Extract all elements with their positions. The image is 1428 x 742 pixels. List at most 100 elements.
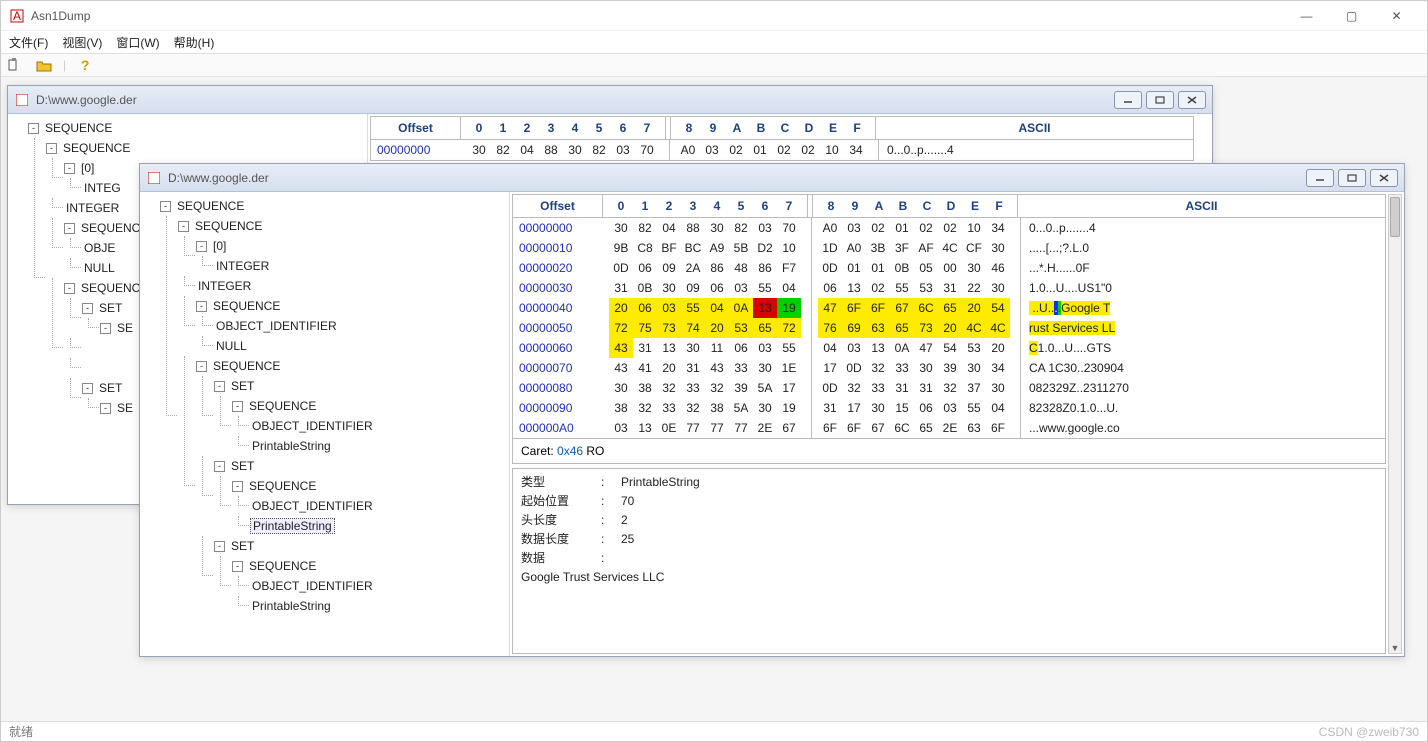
- tree-toggle[interactable]: -: [64, 283, 75, 294]
- hex-byte[interactable]: 30: [681, 338, 705, 358]
- hex-byte[interactable]: 39: [729, 378, 753, 398]
- tree-node[interactable]: SEQUENCE: [247, 559, 318, 573]
- tree-node[interactable]: SEQUENC: [79, 221, 142, 235]
- hex-byte[interactable]: 46: [986, 258, 1010, 278]
- hex-byte[interactable]: 65: [753, 318, 777, 338]
- hex-byte[interactable]: 33: [890, 358, 914, 378]
- hex-byte[interactable]: 67: [890, 298, 914, 318]
- main-titlebar[interactable]: A Asn1Dump — ▢ ✕: [1, 1, 1427, 31]
- hex-byte[interactable]: 0D: [818, 378, 842, 398]
- hex-byte[interactable]: 30: [753, 398, 777, 418]
- tree-node[interactable]: SEQUENCE: [193, 219, 264, 233]
- hex-byte[interactable]: 4C: [962, 318, 986, 338]
- hex-byte[interactable]: 82: [729, 218, 753, 238]
- tree-node[interactable]: SEQUENCE: [211, 299, 282, 313]
- tool-new-icon[interactable]: [7, 56, 25, 74]
- tree-node[interactable]: SET: [97, 381, 124, 395]
- hex-byte[interactable]: 09: [681, 278, 705, 298]
- hex-byte[interactable]: 30: [563, 140, 587, 160]
- tree-toggle[interactable]: -: [82, 383, 93, 394]
- tool-open-icon[interactable]: [35, 56, 53, 74]
- hex-byte[interactable]: 38: [609, 398, 633, 418]
- hex-byte[interactable]: 13: [866, 338, 890, 358]
- hex-byte[interactable]: 86: [753, 258, 777, 278]
- hex-byte[interactable]: 04: [986, 398, 1010, 418]
- tree-toggle[interactable]: -: [232, 561, 243, 572]
- back-hex-panel[interactable]: Offset 01234567 89ABCDEF ASCII 00000000 …: [370, 116, 1194, 161]
- hex-byte[interactable]: 30: [986, 378, 1010, 398]
- tree-node[interactable]: PrintableString: [250, 599, 333, 613]
- hex-byte[interactable]: 02: [796, 140, 820, 160]
- hex-byte[interactable]: 03: [842, 218, 866, 238]
- scroll-down-icon[interactable]: ▼: [1389, 643, 1401, 653]
- tool-help-icon[interactable]: ?: [76, 56, 94, 74]
- hex-byte[interactable]: BF: [657, 238, 681, 258]
- tree-toggle[interactable]: -: [46, 143, 57, 154]
- hex-byte[interactable]: 03: [609, 418, 633, 438]
- tree-node[interactable]: [82, 341, 86, 355]
- hex-byte[interactable]: 6F: [842, 298, 866, 318]
- tree-node[interactable]: NULL: [82, 261, 117, 275]
- tree-node[interactable]: SEQUENC: [79, 281, 142, 295]
- hex-byte[interactable]: 10: [962, 218, 986, 238]
- hex-byte[interactable]: 03: [753, 218, 777, 238]
- hex-byte[interactable]: 32: [657, 378, 681, 398]
- tree-node[interactable]: OBJECT_IDENTIFIER: [214, 319, 339, 333]
- hex-byte[interactable]: 19: [777, 398, 801, 418]
- hex-byte[interactable]: 06: [633, 258, 657, 278]
- hex-byte[interactable]: 06: [818, 278, 842, 298]
- hex-byte[interactable]: 5B: [729, 238, 753, 258]
- hex-byte[interactable]: 20: [705, 318, 729, 338]
- hex-byte[interactable]: 30: [962, 258, 986, 278]
- hex-byte[interactable]: 82: [633, 218, 657, 238]
- hex-byte[interactable]: 34: [986, 358, 1010, 378]
- hex-byte[interactable]: 0A: [729, 298, 753, 318]
- hex-byte[interactable]: 0E: [657, 418, 681, 438]
- hex-byte[interactable]: D2: [753, 238, 777, 258]
- hex-byte[interactable]: 10: [820, 140, 844, 160]
- hex-byte[interactable]: F7: [777, 258, 801, 278]
- tree-node[interactable]: SE: [115, 401, 135, 415]
- hex-byte[interactable]: 55: [681, 298, 705, 318]
- tree-node[interactable]: SET: [229, 379, 256, 393]
- hex-byte[interactable]: 33: [657, 398, 681, 418]
- hex-byte[interactable]: 39: [938, 358, 962, 378]
- detail-panel[interactable]: 类型:PrintableString 起始位置:70 头长度:2 数据长度:25…: [512, 468, 1386, 654]
- hex-byte[interactable]: 32: [866, 358, 890, 378]
- hex-byte[interactable]: 30: [467, 140, 491, 160]
- hex-byte[interactable]: 4C: [938, 238, 962, 258]
- hex-byte[interactable]: 55: [753, 278, 777, 298]
- hex-byte[interactable]: 70: [635, 140, 659, 160]
- tree-node[interactable]: SEQUENCE: [175, 199, 246, 213]
- tree-toggle[interactable]: -: [232, 401, 243, 412]
- tree-toggle[interactable]: -: [100, 323, 111, 334]
- hex-byte[interactable]: 34: [986, 218, 1010, 238]
- hex-byte[interactable]: 43: [609, 358, 633, 378]
- hex-byte[interactable]: 30: [609, 378, 633, 398]
- mdi-front-max[interactable]: [1338, 169, 1366, 187]
- hex-byte[interactable]: 01: [748, 140, 772, 160]
- hex-byte[interactable]: 30: [866, 398, 890, 418]
- mdi-front-titlebar[interactable]: D:\www.google.der: [140, 164, 1404, 192]
- hex-byte[interactable]: 30: [753, 358, 777, 378]
- hex-byte[interactable]: 9B: [609, 238, 633, 258]
- menu-window[interactable]: 窗口(W): [116, 34, 159, 51]
- hex-byte[interactable]: 31: [890, 378, 914, 398]
- front-tree-panel[interactable]: -SEQUENCE-SEQUENCE-[0]INTEGERINTEGER-SEQ…: [140, 192, 510, 656]
- hex-byte[interactable]: 32: [842, 378, 866, 398]
- hex-byte[interactable]: 38: [633, 378, 657, 398]
- hex-byte[interactable]: 20: [609, 298, 633, 318]
- tree-node[interactable]: SET: [229, 539, 256, 553]
- hex-byte[interactable]: 0D: [818, 258, 842, 278]
- hex-byte[interactable]: 6C: [890, 418, 914, 438]
- hex-byte[interactable]: 19: [777, 298, 801, 318]
- hex-byte[interactable]: 06: [729, 338, 753, 358]
- hex-byte[interactable]: 54: [986, 298, 1010, 318]
- hex-byte[interactable]: 6C: [914, 298, 938, 318]
- hex-byte[interactable]: 5A: [729, 398, 753, 418]
- hex-byte[interactable]: 04: [818, 338, 842, 358]
- hex-byte[interactable]: 01: [890, 218, 914, 238]
- menu-help[interactable]: 帮助(H): [174, 34, 215, 51]
- hex-byte[interactable]: 22: [962, 278, 986, 298]
- tree-node[interactable]: SEQUENCE: [247, 399, 318, 413]
